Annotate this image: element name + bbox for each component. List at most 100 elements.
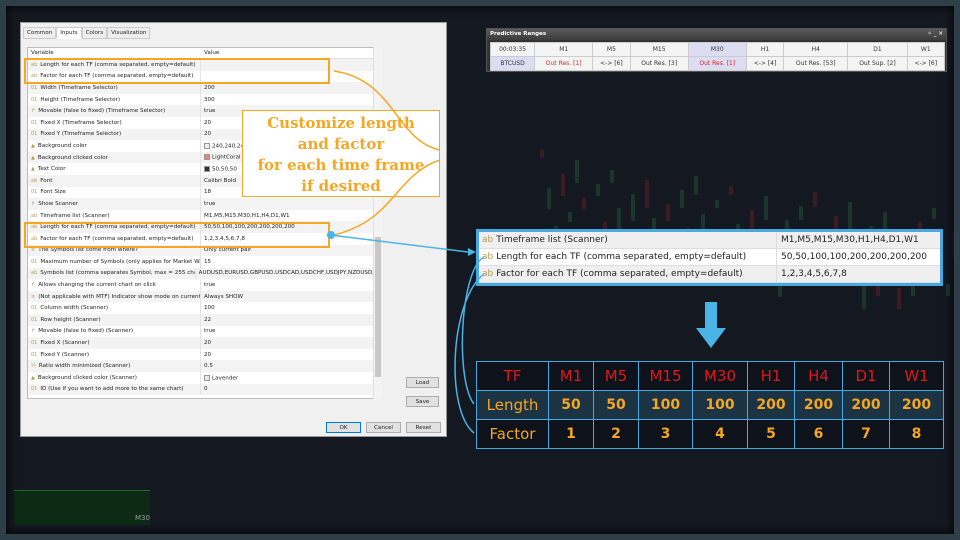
input-value[interactable]: true: [201, 282, 215, 288]
input-value[interactable]: 20: [201, 340, 211, 346]
candle: [568, 212, 572, 222]
status-cell[interactable]: <-> [4]: [745, 56, 785, 71]
input-name-text: (Not applicable with MTF) Indicator show…: [38, 293, 201, 300]
input-row[interactable]: ▲ Background clicked color (Scanner) Laven…: [28, 372, 381, 384]
input-value[interactable]: 20: [201, 131, 211, 137]
summary-cell: 8: [889, 419, 944, 449]
input-name: ↱ Allows changing the current chart on cl…: [28, 279, 201, 291]
minimize-icon[interactable]: _: [934, 31, 937, 37]
tab-inputs[interactable]: Inputs: [56, 27, 82, 39]
input-name: ↱ Show Scanner: [28, 198, 201, 210]
load-button[interactable]: Load: [406, 377, 439, 388]
input-value[interactable]: Lavender: [201, 374, 238, 381]
tab-colors[interactable]: Colors: [81, 27, 108, 39]
input-row[interactable]: 01 Row height (Scanner) 22: [28, 314, 381, 326]
zoomed-row: ab Length for each TF (comma separated, e…: [479, 249, 940, 266]
input-row[interactable]: 01 Column width (Scanner) 100: [28, 302, 381, 315]
input-value[interactable]: 22: [201, 317, 211, 323]
input-value[interactable]: 20: [201, 352, 211, 358]
input-value[interactable]: LightCoral: [201, 154, 241, 161]
color-swatch: [204, 374, 210, 381]
ok-button[interactable]: OK: [326, 422, 361, 433]
input-row[interactable]: ab Symbols list (comma separates Symbol, …: [28, 267, 381, 280]
pin-icon[interactable]: ✧: [927, 31, 932, 37]
input-value[interactable]: 100: [201, 305, 215, 311]
input-value[interactable]: Calibri Bold: [201, 178, 236, 184]
input-value[interactable]: 0.5: [201, 363, 213, 369]
input-value[interactable]: true: [201, 108, 215, 114]
input-value-text: 100: [204, 305, 215, 312]
input-value-text: Calibri Bold: [204, 177, 236, 184]
timeframe-h4[interactable]: H4: [783, 42, 849, 57]
input-row[interactable]: 01 Maximum number of Symbols (only applie…: [28, 256, 381, 268]
grid-scrollbar[interactable]: [373, 47, 382, 399]
reset-button[interactable]: Reset: [406, 422, 441, 433]
input-row[interactable]: 01 ID (Use if you want to add more to the…: [28, 383, 381, 396]
input-row[interactable]: ↱ Movable (false to fixed) (Scanner) true: [28, 325, 381, 338]
timeframe-m5[interactable]: M5: [592, 42, 631, 57]
timeframe-m30[interactable]: M30: [687, 42, 747, 57]
input-row[interactable]: ½ Ratio width minimized (Scanner) 0.5: [28, 360, 381, 373]
callout-line: Customize length: [267, 114, 415, 132]
status-cell[interactable]: Out Res. [3]: [629, 56, 689, 71]
input-value[interactable]: 240,240,240: [201, 142, 248, 149]
input-value-text: 300: [204, 96, 215, 103]
save-button[interactable]: Save: [406, 396, 439, 407]
input-value[interactable]: Always SHOW: [201, 294, 243, 300]
status-cell[interactable]: Out Sup. [2]: [847, 56, 908, 71]
input-name: 01 Row height (Scanner): [28, 314, 201, 326]
input-value[interactable]: AUDUSD,EURUSD,GBPUSD,USDCAD,USDCHF,USDJP…: [196, 270, 381, 276]
input-value[interactable]: true: [201, 201, 215, 207]
timeframe-d1[interactable]: D1: [847, 42, 908, 57]
status-cell[interactable]: Out Res. [53]: [783, 56, 849, 71]
input-value[interactable]: 15: [201, 259, 211, 265]
status-cell[interactable]: Out Res. [1]: [687, 56, 747, 71]
input-row[interactable]: 01 Fixed X (Scanner) 20: [28, 337, 381, 349]
input-value[interactable]: M1,M5,M15,M30,H1,H4,D1,W1: [201, 213, 290, 219]
status-cell[interactable]: Out Res. [1]: [534, 56, 594, 71]
timeframe-h1[interactable]: H1: [745, 42, 785, 57]
input-value[interactable]: 200: [201, 85, 215, 91]
input-row[interactable]: ↱ Show Scanner true: [28, 198, 381, 210]
input-value-text: M1,M5,M15,M30,H1,H4,D1,W1: [204, 212, 290, 219]
input-name: 01 Column width (Scanner): [28, 302, 201, 315]
zoomed-row: ab Timeframe list (Scanner) M1,M5,M15,M30,…: [479, 232, 940, 249]
input-value[interactable]: 50,50,50: [201, 165, 237, 172]
timeframe-m1[interactable]: M1: [534, 42, 594, 57]
status-cell[interactable]: <-> [6]: [906, 56, 946, 71]
enum-type-icon: ≡: [31, 293, 36, 300]
input-value-text: 18: [204, 189, 212, 196]
timeframe-w1[interactable]: W1: [906, 42, 946, 57]
input-name-text: Column width (Scanner): [40, 305, 109, 312]
input-name-text: Fixed Y (Scanner): [40, 351, 90, 358]
predictive-ranges-panel[interactable]: Predictive Ranges ✧ _ ✕ 00:03:35 M1 M5 M15 M3…: [486, 28, 947, 72]
candle: [764, 196, 768, 220]
input-row[interactable]: 01 Height (Timeframe Selector) 300: [28, 93, 381, 106]
tab-common[interactable]: Common: [23, 27, 57, 39]
input-value[interactable]: Only current pair: [201, 247, 251, 253]
input-row[interactable]: 01 Fixed Y (Scanner) 20: [28, 348, 381, 361]
input-row[interactable]: ≡ (Not applicable with MTF) Indicator sho…: [28, 290, 381, 303]
input-name: 01 Maximum number of Symbols (only applie…: [28, 256, 201, 268]
input-value-text: LightCoral: [212, 154, 241, 161]
tab-visualization[interactable]: Visualization: [107, 27, 151, 39]
input-value[interactable]: 20: [201, 120, 211, 126]
timeframe-m15[interactable]: M15: [629, 42, 689, 57]
input-value[interactable]: true: [201, 328, 215, 334]
input-value[interactable]: 0: [201, 386, 208, 392]
status-cell[interactable]: <-> [6]: [592, 56, 631, 71]
ab-type-icon: ab: [31, 212, 38, 219]
input-value[interactable]: 300: [201, 97, 215, 103]
close-icon[interactable]: ✕: [938, 31, 943, 37]
input-row[interactable]: ↱ Allows changing the current chart on cl…: [28, 279, 381, 291]
candle: [610, 170, 614, 183]
symbol-cell[interactable]: BTCUSD: [489, 56, 536, 71]
input-row[interactable]: ab Timeframe list (Scanner) M1,M5,M15,M30,…: [28, 209, 381, 222]
highlight-top: [24, 58, 330, 84]
input-name-text: Background color: [37, 142, 87, 149]
input-name-text: Text Color: [37, 166, 66, 173]
input-value[interactable]: 18: [201, 189, 211, 195]
cancel-button[interactable]: Cancel: [366, 422, 401, 433]
input-value-text: 0.5: [204, 363, 213, 370]
summary-cell: 1: [548, 419, 594, 449]
